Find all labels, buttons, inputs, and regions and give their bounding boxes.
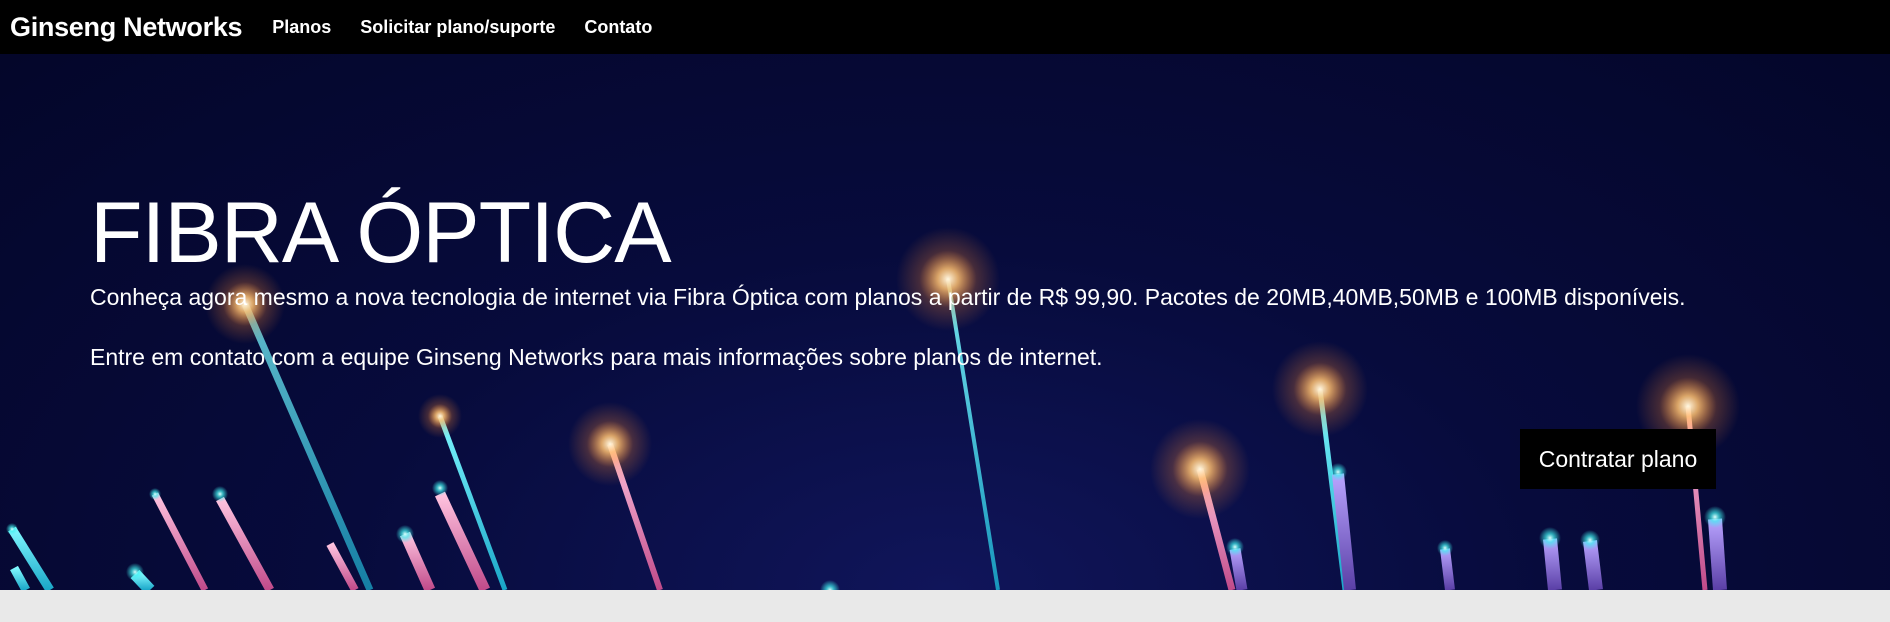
- hero-description: Conheça agora mesmo a nova tecnologia de…: [90, 284, 1686, 310]
- nav-link-planos[interactable]: Planos: [272, 17, 331, 38]
- brand-logo-link[interactable]: Ginseng Networks: [10, 12, 243, 43]
- top-navbar: Ginseng Networks Planos Solicitar plano/…: [0, 0, 1890, 54]
- nav-link-solicitar-plano-suporte[interactable]: Solicitar plano/suporte: [360, 17, 555, 38]
- hero-title: FIBRA ÓPTICA: [90, 185, 672, 281]
- nav-link-contato[interactable]: Contato: [584, 17, 652, 38]
- contratar-plano-button[interactable]: Contratar plano: [1520, 429, 1716, 489]
- hero-background-fiber-image: [6, 227, 1740, 590]
- hero-contact-info: Entre em contato com a equipe Ginseng Ne…: [90, 344, 1103, 370]
- hero-section: FIBRA ÓPTICA Conheça agora mesmo a nova …: [0, 54, 1890, 590]
- page-bottom-strip: [0, 590, 1890, 622]
